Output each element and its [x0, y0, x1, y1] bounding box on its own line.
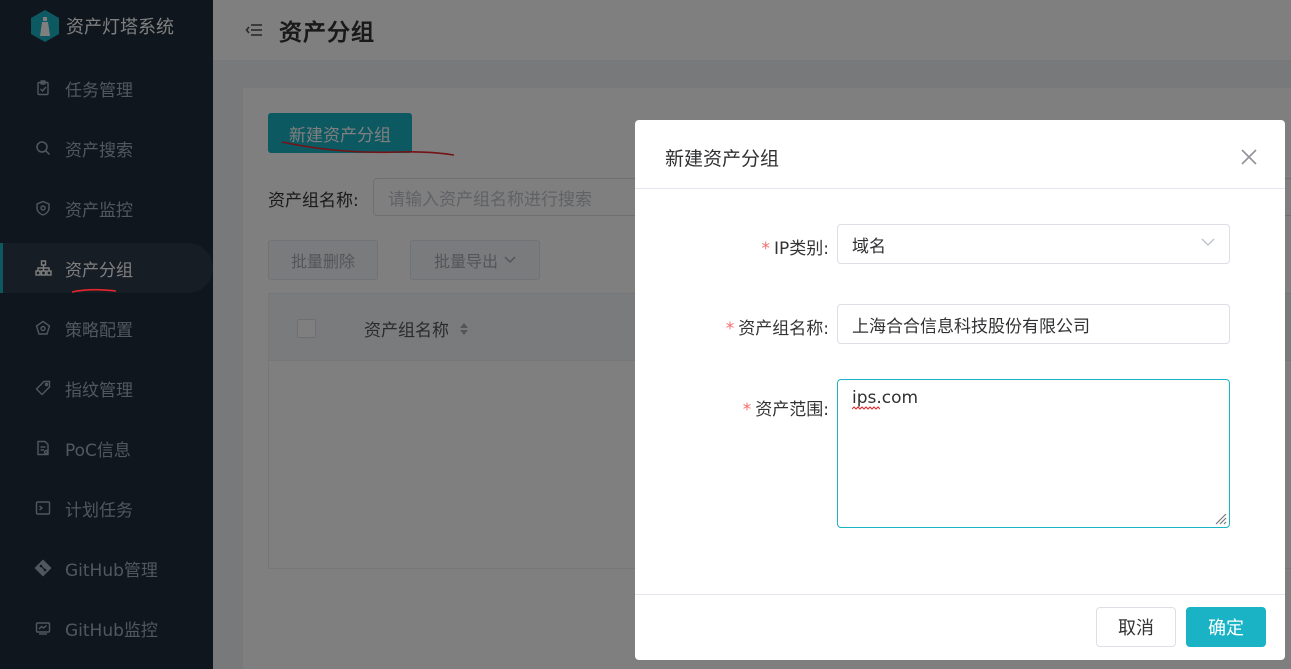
- close-icon[interactable]: [1240, 148, 1258, 166]
- asset-range-value: ips.com: [852, 388, 919, 408]
- asset-range-label: * 资产范围:: [743, 395, 829, 420]
- asset-range-label-text: 资产范围:: [755, 400, 829, 420]
- ip-type-value: 域名: [852, 236, 886, 257]
- dialog-footer-divider: [635, 594, 1285, 595]
- new-asset-group-dialog: 新建资产分组 * IP类别: 域名 * 资产组名称: 上海合合信息科技股份有限公司 …: [635, 120, 1285, 660]
- group-name-label-text: 资产组名称:: [738, 319, 829, 339]
- ip-type-select[interactable]: 域名: [837, 224, 1230, 264]
- asset-range-textarea[interactable]: ips.com: [837, 379, 1230, 528]
- group-name-label: * 资产组名称:: [726, 314, 829, 339]
- required-mark: *: [725, 319, 735, 339]
- ip-type-label-text: IP类别:: [774, 239, 829, 259]
- red-annotation-underline-sidebar: [71, 288, 117, 293]
- cancel-button[interactable]: 取消: [1096, 607, 1176, 647]
- dialog-title: 新建资产分组: [665, 148, 780, 170]
- dialog-header-divider: [635, 188, 1285, 189]
- ip-type-label: * IP类别:: [762, 234, 830, 259]
- spellcheck-underline: [852, 406, 880, 410]
- confirm-button[interactable]: 确定: [1186, 607, 1266, 647]
- required-mark: *: [761, 239, 771, 259]
- required-mark: *: [742, 400, 752, 420]
- group-name-value: 上海合合信息科技股份有限公司: [852, 316, 1090, 337]
- resize-handle-icon[interactable]: [1213, 511, 1227, 525]
- group-name-input[interactable]: 上海合合信息科技股份有限公司: [837, 304, 1230, 344]
- chevron-down-icon: [1201, 238, 1215, 246]
